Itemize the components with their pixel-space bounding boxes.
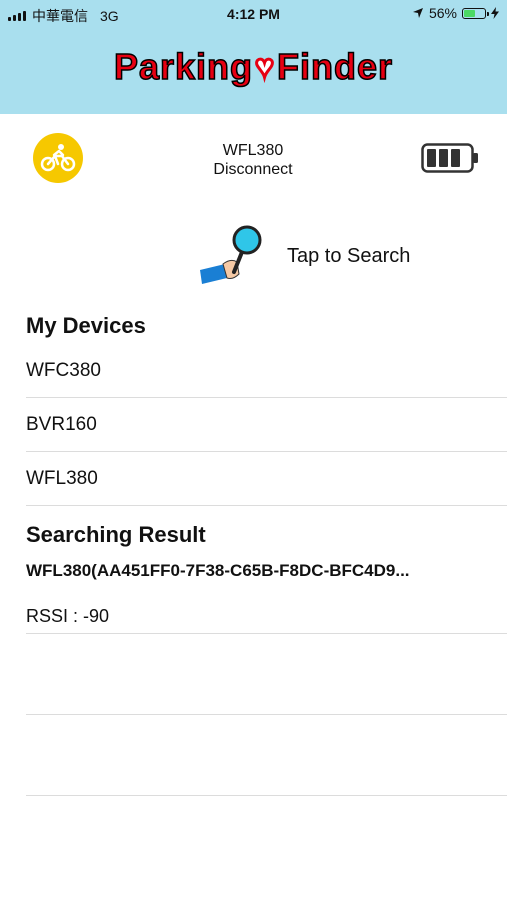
battery-icon bbox=[462, 7, 489, 19]
bike-device-button[interactable] bbox=[33, 133, 83, 183]
battery-percent: 56% bbox=[428, 5, 457, 21]
divider bbox=[26, 633, 507, 634]
connection-status[interactable]: Disconnect bbox=[153, 160, 353, 179]
device-list-item[interactable]: WFL380 bbox=[26, 468, 507, 490]
status-bar: 中華電信 3G 4:12 PM 56% bbox=[0, 0, 507, 28]
device-battery-icon bbox=[421, 143, 478, 173]
tap-to-search-button[interactable]: Tap to Search bbox=[287, 245, 410, 268]
app-header: Parking♥Finder bbox=[0, 28, 507, 114]
divider bbox=[26, 451, 507, 452]
device-name: WFL380 bbox=[222, 142, 284, 159]
searching-result-title: Searching Result bbox=[26, 522, 206, 547]
status-right: 56% bbox=[412, 5, 499, 21]
my-devices-title: My Devices bbox=[26, 313, 146, 338]
device-list-item[interactable]: BVR160 bbox=[26, 414, 507, 436]
result-device-name[interactable]: WFL380(AA451FF0-7F38-C65B-F8DC-BFC4D9... bbox=[26, 561, 502, 581]
charging-bolt-icon bbox=[491, 7, 499, 19]
logo-text-parking: Parking bbox=[113, 45, 254, 88]
device-list-item[interactable]: WFC380 bbox=[26, 360, 507, 382]
app-logo: Parking♥Finder bbox=[0, 45, 507, 88]
divider bbox=[26, 714, 507, 715]
result-rssi: RSSI : -90 bbox=[26, 606, 110, 626]
device-info: WFL380 Disconnect bbox=[153, 141, 353, 179]
divider bbox=[26, 397, 507, 398]
bicycle-icon bbox=[40, 144, 76, 172]
magnifier-hand-icon[interactable] bbox=[197, 222, 287, 288]
heart-icon: ♥ bbox=[254, 47, 276, 86]
divider bbox=[26, 505, 507, 506]
divider bbox=[26, 795, 507, 796]
location-arrow-icon bbox=[412, 8, 423, 18]
logo-text-finder: Finder bbox=[276, 45, 394, 88]
